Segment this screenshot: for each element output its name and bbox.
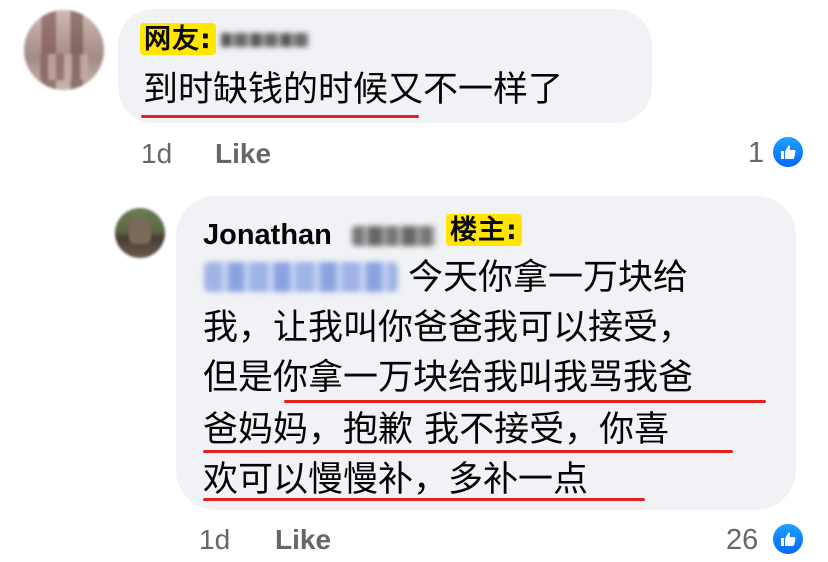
red-underline	[203, 498, 645, 501]
thumbs-up-icon[interactable]	[771, 522, 805, 556]
red-underline	[141, 115, 419, 118]
blurred-commenter-name[interactable]	[221, 33, 309, 47]
like-button[interactable]: Like	[275, 524, 331, 556]
red-underline	[203, 450, 733, 453]
thumbs-up-icon[interactable]	[771, 135, 805, 169]
author-name[interactable]: Jonathan	[203, 219, 332, 252]
blurred-author-surname[interactable]	[352, 226, 436, 246]
like-button[interactable]: Like	[215, 138, 271, 170]
reply-text-line: 爸妈妈，抱歉 我不接受，你喜	[203, 410, 670, 450]
reply-text-line: 今天你拿一万块给	[408, 258, 689, 298]
reply-text-line: 欢可以慢慢补，多补一点	[203, 460, 589, 500]
author-avatar[interactable]	[115, 208, 165, 258]
reaction-count[interactable]: 26	[726, 524, 758, 557]
author-tag: 楼主:	[446, 214, 522, 246]
red-underline	[284, 400, 766, 403]
comment-timestamp[interactable]: 1d	[141, 138, 172, 170]
reply-timestamp[interactable]: 1d	[199, 524, 230, 556]
comment-text: 到时缺钱的时候又不一样了	[143, 70, 564, 110]
commenter-tag: 网友:	[140, 23, 216, 55]
reaction-count[interactable]: 1	[748, 137, 764, 170]
blurred-mention[interactable]	[204, 262, 398, 292]
reply-text-line: 我，让我叫你爸爸我可以接受，	[203, 308, 694, 348]
reply-text-line: 但是你拿一万块给我叫我骂我爸	[203, 358, 694, 398]
commenter-avatar[interactable]	[24, 10, 104, 90]
